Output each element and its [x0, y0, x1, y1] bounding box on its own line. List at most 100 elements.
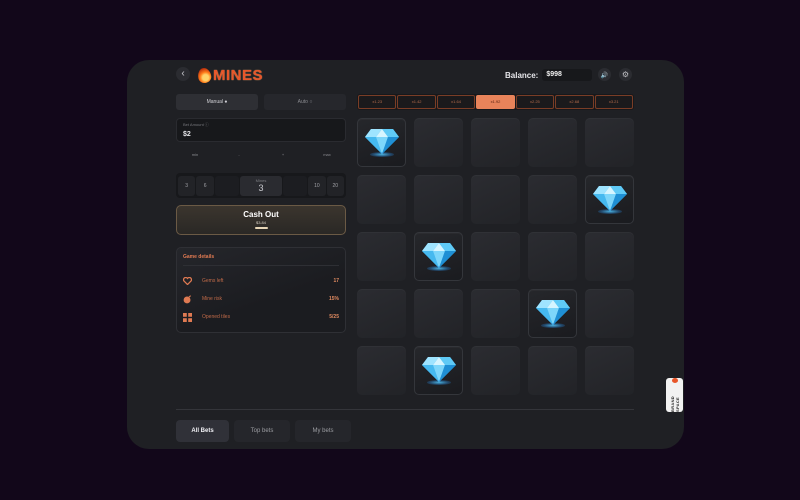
multiplier-step: x2.68 [555, 95, 594, 109]
tile-revealed-gem[interactable] [414, 232, 463, 281]
logo-text: MINES [213, 66, 264, 84]
diamond-icon [592, 185, 627, 211]
tile-hidden[interactable] [414, 289, 463, 338]
back-button[interactable]: ‹ [176, 67, 190, 81]
tile-hidden[interactable] [471, 289, 520, 338]
gem [535, 299, 570, 329]
multiplier-track: x1.23 x1.42 x1.64 x1.92 x2.25 x2.68 x3.2… [357, 94, 634, 110]
multiplier-step: x1.42 [397, 95, 436, 109]
mines-grid [357, 118, 634, 395]
mines-option-20[interactable]: 20 [326, 175, 344, 196]
detail-row-gems-left: Gems left 17 [183, 272, 339, 290]
tile-hidden[interactable] [528, 118, 577, 167]
settings-button[interactable]: ⚙ [619, 68, 632, 81]
tab-top-bets[interactable]: Top bets [234, 420, 290, 442]
gem [421, 242, 456, 272]
balance-label: Balance: [505, 70, 539, 80]
mines-option-10[interactable]: 10 [308, 175, 326, 196]
multiplier-step: x1.23 [358, 95, 397, 109]
tile-revealed-gem[interactable] [585, 175, 634, 224]
tile-hidden[interactable] [357, 289, 406, 338]
diamond-icon [421, 242, 456, 268]
balance-display: Balance: $998 [505, 68, 593, 82]
tile-hidden[interactable] [471, 232, 520, 281]
cash-out-indicator [254, 227, 268, 229]
tile-hidden[interactable] [585, 118, 634, 167]
gem [592, 185, 627, 215]
chevron-left-icon: ‹ [181, 68, 185, 79]
tile-hidden[interactable] [471, 346, 520, 395]
balance-value: $998 [542, 69, 593, 81]
sound-button[interactable]: 🔊 [598, 68, 611, 81]
tile-hidden[interactable] [357, 175, 406, 224]
gem [421, 356, 456, 386]
heart-icon [183, 277, 192, 286]
mines-count-value: 3 [258, 182, 264, 193]
tile-hidden[interactable] [585, 289, 634, 338]
tab-all-bets[interactable]: All Bets [176, 420, 229, 442]
bets-tabs: All Bets Top bets My bets [176, 420, 351, 442]
tile-hidden[interactable] [414, 175, 463, 224]
tab-auto[interactable]: Auto ○ [264, 94, 346, 110]
tab-manual[interactable]: Manual ● [176, 94, 258, 110]
tile-hidden[interactable] [585, 346, 634, 395]
tile-revealed-gem[interactable] [528, 289, 577, 338]
detail-value: 5/25 [329, 314, 339, 320]
divider [176, 409, 634, 410]
bet-amount-field[interactable]: Bet Amount ⓘ $2 [176, 118, 346, 142]
gem-glow [597, 208, 622, 214]
diamond-icon [535, 299, 570, 325]
gem-glow [540, 322, 565, 328]
tile-hidden[interactable] [528, 346, 577, 395]
multiplier-step: x1.64 [436, 95, 476, 109]
tile-revealed-gem[interactable] [357, 118, 406, 167]
cash-out-label: Cash Out [243, 210, 279, 219]
bet-amount-label: Bet Amount ⓘ [183, 122, 209, 127]
game-details-panel: Game details Gems left 17 Mine risk 15% … [176, 247, 346, 333]
detail-value: 15% [328, 296, 339, 302]
bet-decrease-button[interactable]: - [220, 149, 258, 161]
tile-revealed-gem[interactable] [414, 346, 463, 395]
cash-out-amount: $3.84 [255, 220, 266, 225]
tile-hidden[interactable] [471, 175, 520, 224]
bet-increase-button[interactable]: + [264, 149, 302, 161]
bomb-icon [183, 294, 192, 304]
brand-badge[interactable]: BRAND SPACE [666, 378, 683, 412]
mines-option-6[interactable]: 6 [196, 175, 214, 196]
bet-min-button[interactable]: min [176, 149, 214, 161]
detail-row-opened-tiles: Opened tiles 5/25 [183, 308, 339, 326]
tile-hidden[interactable] [528, 175, 577, 224]
gem-glow [426, 379, 451, 385]
tile-hidden[interactable] [471, 118, 520, 167]
tile-hidden[interactable] [528, 232, 577, 281]
mines-count-display: Mines 3 [240, 175, 282, 196]
brand-badge-text: BRAND SPACE [669, 396, 680, 412]
tile-hidden[interactable] [414, 118, 463, 167]
bet-max-button[interactable]: max [308, 149, 346, 161]
brand-logo-icon [671, 378, 678, 383]
mines-count-label: Mines [255, 177, 267, 183]
cash-out-button[interactable]: Cash Out $3.84 [176, 205, 346, 235]
tile-hidden[interactable] [357, 232, 406, 281]
mode-tabs: Manual ● Auto ○ [176, 94, 346, 110]
mines-selector: 3 6 Mines 3 10 20 [176, 173, 346, 198]
tab-my-bets[interactable]: My bets [295, 420, 351, 442]
flame-icon [196, 66, 213, 84]
tile-hidden[interactable] [585, 232, 634, 281]
multiplier-step: x2.25 [515, 95, 555, 109]
multiplier-step: x3.21 [594, 95, 633, 109]
tile-hidden[interactable] [357, 346, 406, 395]
detail-label: Mine risk [202, 296, 223, 302]
diamond-icon [421, 356, 456, 382]
divider [183, 265, 339, 266]
mines-spacer [282, 175, 308, 196]
gem-glow [369, 151, 394, 157]
mines-option-3[interactable]: 3 [178, 175, 196, 196]
speaker-icon: 🔊 [600, 73, 609, 79]
gear-icon: ⚙ [621, 70, 630, 79]
tiles-icon [183, 312, 192, 322]
bet-amount-value: $2 [183, 131, 191, 138]
detail-label: Gems left [202, 278, 224, 284]
mines-logo: MINES [196, 66, 264, 84]
gem-glow [426, 265, 451, 271]
